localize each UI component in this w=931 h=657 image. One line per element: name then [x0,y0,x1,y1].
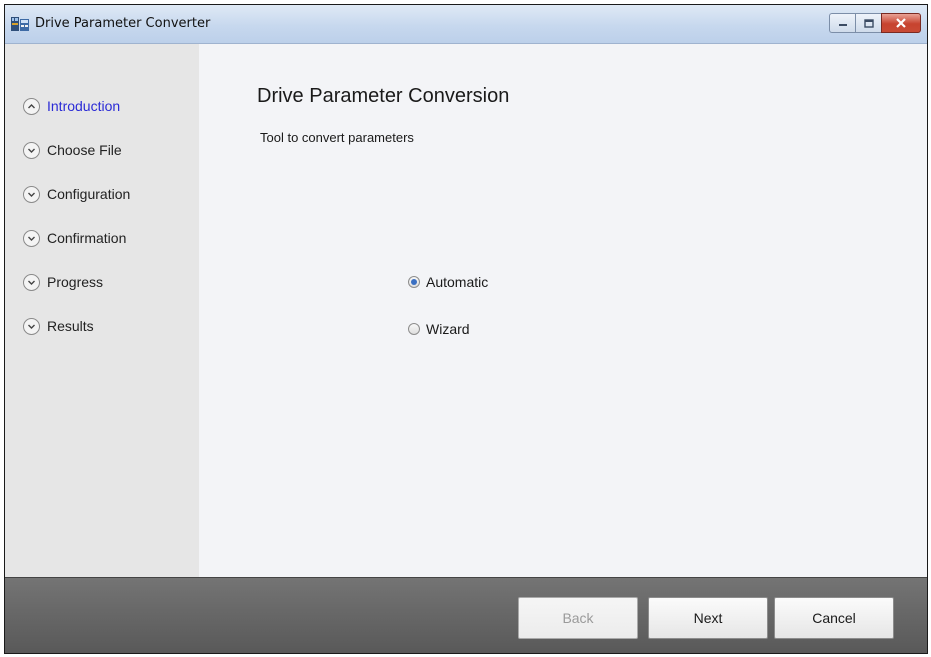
close-icon [896,18,906,28]
automatic-radio-label: Automatic [426,274,489,290]
sidebar-item-label: Choose File [47,142,122,158]
chevron-down-icon [23,317,40,335]
chevron-down-icon [23,185,40,203]
wizard-radio-label: Wizard [426,321,470,337]
wizard-radio-button[interactable] [408,323,420,335]
next-button[interactable]: Next [648,597,768,639]
steps-sidebar: Introduction Choose File Configuration C… [5,44,199,577]
sidebar-item-label: Configuration [47,186,131,202]
sidebar-item-label: Progress [47,274,104,290]
page-title: Drive Parameter Conversion [257,85,510,107]
automatic-radio-button[interactable] [408,276,420,288]
sidebar-item-confirmation[interactable]: Confirmation [23,227,126,249]
chevron-down-icon [23,141,40,159]
sidebar-item-label: Introduction [47,98,121,114]
cancel-button[interactable]: Cancel [774,597,894,639]
caption-buttons [829,13,921,35]
close-button[interactable] [881,13,921,33]
sidebar-item-results[interactable]: Results [23,315,94,337]
drive-app-icon [11,16,29,32]
minimize-button[interactable] [829,13,855,33]
sidebar-item-choose-file[interactable]: Choose File [23,139,122,161]
sidebar-item-configuration[interactable]: Configuration [23,183,130,205]
sidebar-item-label: Confirmation [47,230,127,246]
minimize-icon [838,24,847,26]
app-window: Drive Parameter Converter Introduction C… [4,4,928,654]
chevron-down-icon [23,273,40,291]
sidebar-item-label: Results [47,318,94,334]
window-title: Drive Parameter Converter [35,16,211,31]
main-content: Drive Parameter Conversion Tool to conve… [199,44,927,577]
maximize-button[interactable] [855,13,881,33]
chevron-up-icon [23,97,40,115]
button-bar: Back Next Cancel [5,577,927,653]
title-bar[interactable]: Drive Parameter Converter [5,5,927,44]
back-button[interactable]: Back [518,597,638,639]
sidebar-item-introduction[interactable]: Introduction [23,95,120,117]
page-subtitle: Tool to convert parameters [260,130,414,145]
automatic-radio-option[interactable]: Automatic [408,274,488,290]
wizard-radio-option[interactable]: Wizard [408,321,470,337]
maximize-icon [863,18,874,28]
chevron-down-icon [23,229,40,247]
sidebar-item-progress[interactable]: Progress [23,271,103,293]
